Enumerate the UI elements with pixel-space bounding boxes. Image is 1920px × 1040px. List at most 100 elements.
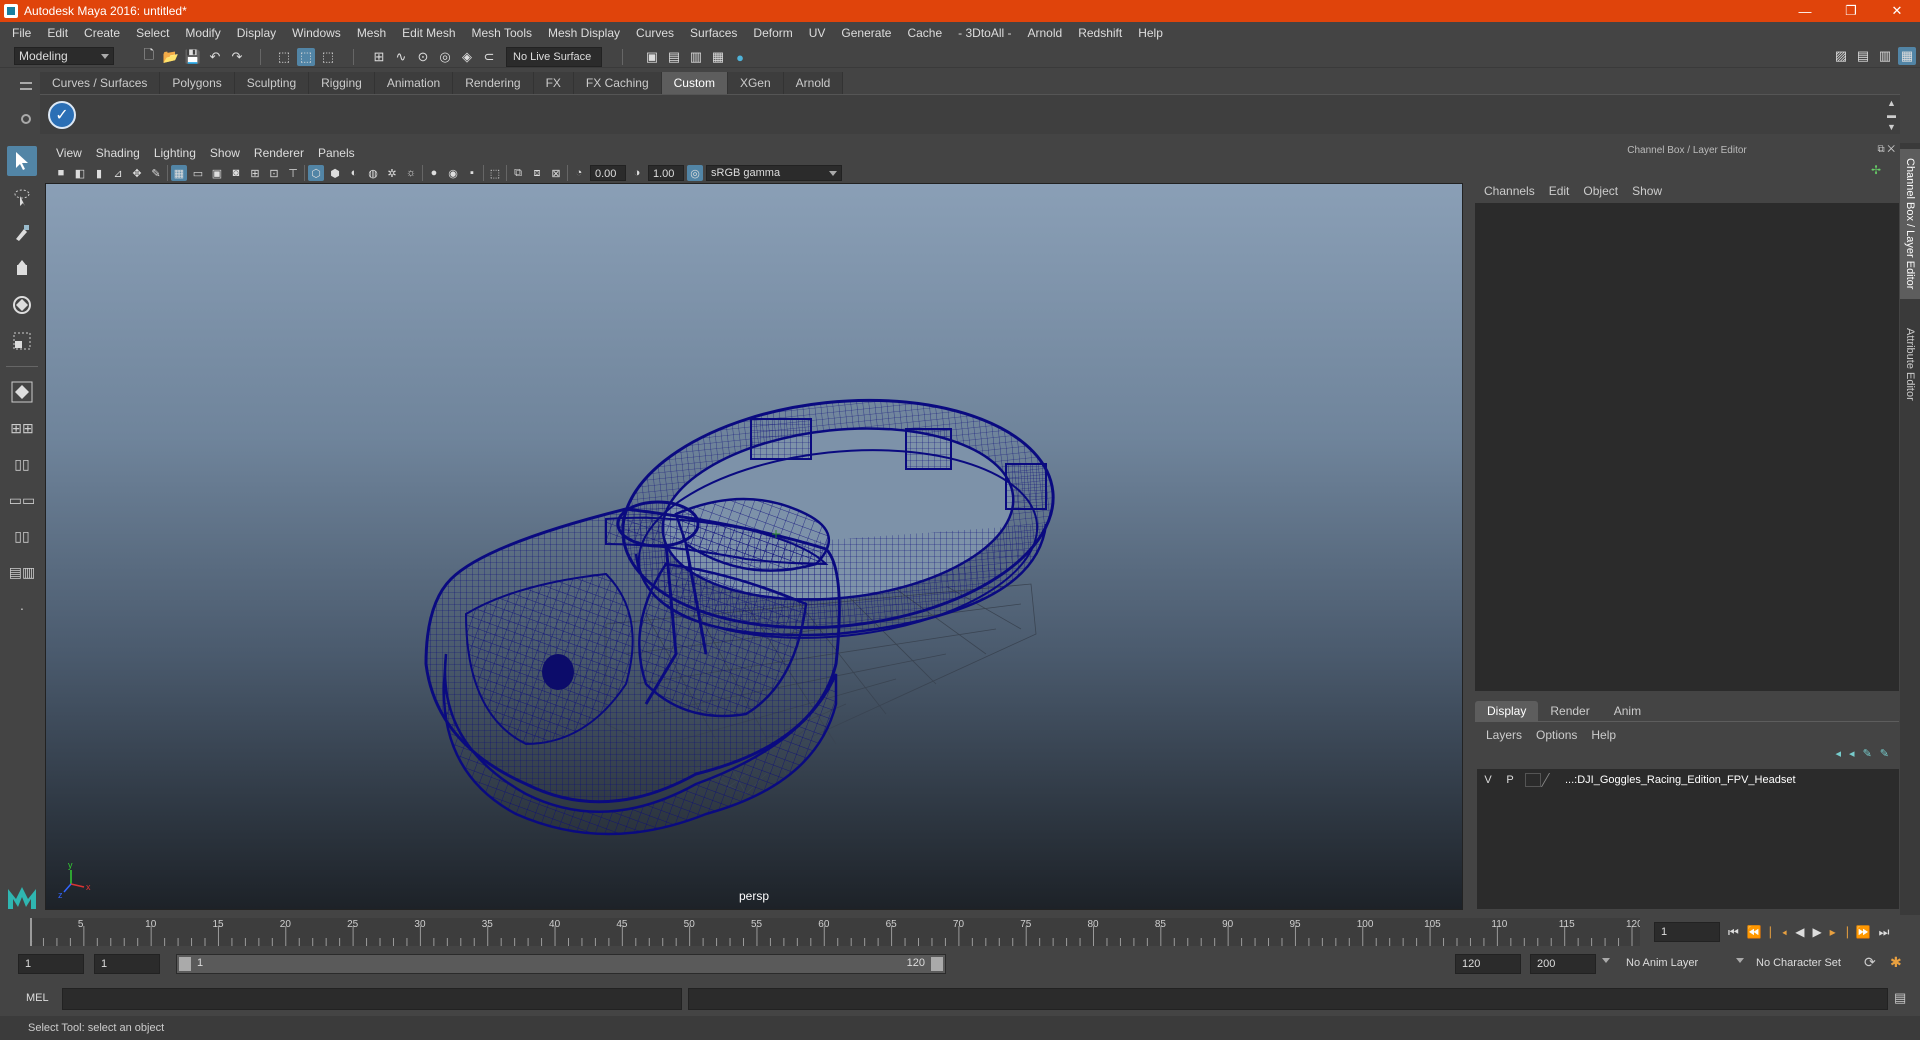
image-plane-icon[interactable]: ⊿ [110,165,126,181]
step-forward-key-icon[interactable]: ⏩ [1856,925,1871,940]
grease-pencil-icon[interactable]: ✎ [148,165,164,181]
layout-three-button[interactable]: ▭▭ [7,485,37,515]
menu-help[interactable]: Help [1130,26,1171,40]
menu-redshift[interactable]: Redshift [1070,26,1130,40]
layer-playback-toggle[interactable]: P [1499,774,1521,786]
use-lights-icon[interactable]: ✲ [384,165,400,181]
grid-icon[interactable]: ▦ [171,165,187,181]
move-layer-down-icon[interactable]: ◂ [1849,747,1855,760]
new-layer-icon[interactable]: ✎ [1880,747,1889,760]
chevron-down-icon[interactable] [1736,958,1744,963]
menu-edit-mesh[interactable]: Edit Mesh [394,26,463,40]
channel-menu-show[interactable]: Show [1625,181,1669,201]
tab-rendering[interactable]: Rendering [453,72,534,94]
play-forward-icon[interactable]: ▶ [1812,925,1821,940]
script-editor-icon[interactable]: ▤ [1894,990,1906,1006]
viewport-menu-panels[interactable]: Panels [311,146,362,160]
wireframe-on-shaded-icon[interactable]: ◐ [346,165,362,181]
current-frame-field[interactable]: 1 [1654,922,1720,942]
menu-surfaces[interactable]: Surfaces [682,26,745,40]
character-set-selector[interactable]: No Character Set [1750,954,1864,974]
shadows-icon[interactable]: ☼ [403,165,419,181]
snap-view-plane-icon[interactable]: ◎ [436,48,454,66]
tab-xgen[interactable]: XGen [727,72,784,94]
menu-create[interactable]: Create [76,26,128,40]
layout-single-button[interactable]: ⊞⊞ [7,413,37,443]
animation-start-field[interactable]: 1 [18,954,84,974]
tab-arnold[interactable]: Arnold [783,72,844,94]
gear-icon[interactable] [21,114,31,124]
scale-tool[interactable] [7,326,37,356]
layer-type-toggle[interactable] [1525,773,1541,787]
select-hierarchy-icon[interactable]: ⬚ [275,48,293,66]
menu-uv[interactable]: UV [801,26,834,40]
menu-3dtoall[interactable]: - 3DtoAll - [950,26,1019,40]
field-chart-icon[interactable]: ⊞ [247,165,263,181]
film-gate-icon[interactable]: ▭ [190,165,206,181]
2d-pan-zoom-icon[interactable]: ✥ [129,165,145,181]
move-layer-up-icon[interactable]: ◂ [1836,747,1842,760]
mel-label[interactable]: MEL [26,992,49,1004]
ipr-render-icon[interactable]: ▥ [687,48,705,66]
step-back-frame-icon[interactable]: ⎸◂ [1770,925,1787,940]
menu-mesh[interactable]: Mesh [349,26,394,40]
channel-menu-channels[interactable]: Channels [1477,181,1542,201]
render-view-icon[interactable]: ▣ [643,48,661,66]
minimize-button[interactable]: — [1782,0,1828,22]
layer-menu-layers[interactable]: Layers [1479,725,1529,745]
tab-display[interactable]: Display [1475,701,1539,721]
viewport-menu-show[interactable]: Show [203,146,247,160]
view-transform-selector[interactable]: sRGB gamma [706,165,842,181]
menu-windows[interactable]: Windows [284,26,349,40]
menu-mesh-display[interactable]: Mesh Display [540,26,628,40]
screen-space-ao-icon[interactable]: ● [426,165,442,181]
tab-polygons[interactable]: Polygons [160,72,235,94]
save-scene-icon[interactable]: 💾 [184,48,202,66]
menu-display[interactable]: Display [229,26,284,40]
menu-edit[interactable]: Edit [39,26,76,40]
transform-icon[interactable]: ✢ [1871,163,1881,177]
menu-modify[interactable]: Modify [177,26,228,40]
tab-render[interactable]: Render [1538,701,1601,721]
layout-more-button[interactable]: · [7,593,37,623]
snap-grid-icon[interactable]: ⊞ [370,48,388,66]
move-tool[interactable] [7,254,37,284]
layout-two-button[interactable]: ▯▯ [7,449,37,479]
range-end-handle[interactable] [931,957,943,971]
viewport-menu-shading[interactable]: Shading [89,146,147,160]
select-component-icon[interactable]: ⬚ [319,48,337,66]
bookmark-icon[interactable]: ▮ [91,165,107,181]
layer-menu-help[interactable]: Help [1584,725,1623,745]
channel-menu-edit[interactable]: Edit [1542,181,1577,201]
channel-box-icon[interactable]: ▦ [1898,47,1916,65]
modeling-toolkit-icon[interactable]: ▨ [1832,47,1850,65]
redo-icon[interactable]: ↷ [228,48,246,66]
exposure-icon[interactable]: ◔ [571,165,587,181]
show-manipulator-tool[interactable] [7,377,37,407]
snap-curve-icon[interactable]: ∿ [392,48,410,66]
attribute-editor-icon[interactable]: ▤ [1854,47,1872,65]
select-tool[interactable] [7,146,37,176]
shelf-scroll[interactable]: ▲ ▬ ▼ [1887,97,1896,133]
gate-mask-icon[interactable]: ◙ [228,165,244,181]
time-slider[interactable]: 1510152025303540455055606570758085909510… [27,918,1643,946]
tab-custom[interactable]: Custom [661,72,728,94]
channel-list[interactable] [1475,203,1899,691]
animation-preferences-icon[interactable]: ✱ [1890,954,1902,971]
anim-layer-selector[interactable]: No Anim Layer [1620,954,1742,974]
tab-curves-surfaces[interactable]: Curves / Surfaces [40,72,161,94]
viewport-menu-renderer[interactable]: Renderer [247,146,311,160]
layer-row[interactable]: V P ...:DJI_Goggles_Racing_Edition_FPV_H… [1477,771,1899,789]
xray-joints-icon[interactable]: ⧈ [529,165,545,181]
viewport-menu-view[interactable]: View [49,146,89,160]
make-live-icon[interactable]: ◈ [458,48,476,66]
render-settings-icon[interactable]: ▦ [709,48,727,66]
menu-file[interactable]: File [4,26,39,40]
tab-animation[interactable]: Animation [374,72,454,94]
step-forward-frame-icon[interactable]: ▸⎹ [1830,925,1848,940]
new-scene-icon[interactable]: 🗋 [140,47,158,66]
tab-anim[interactable]: Anim [1602,701,1653,721]
close-button[interactable]: ✕ [1874,0,1920,22]
menu-arnold[interactable]: Arnold [1020,26,1071,40]
open-scene-icon[interactable]: 📂 [162,48,180,66]
